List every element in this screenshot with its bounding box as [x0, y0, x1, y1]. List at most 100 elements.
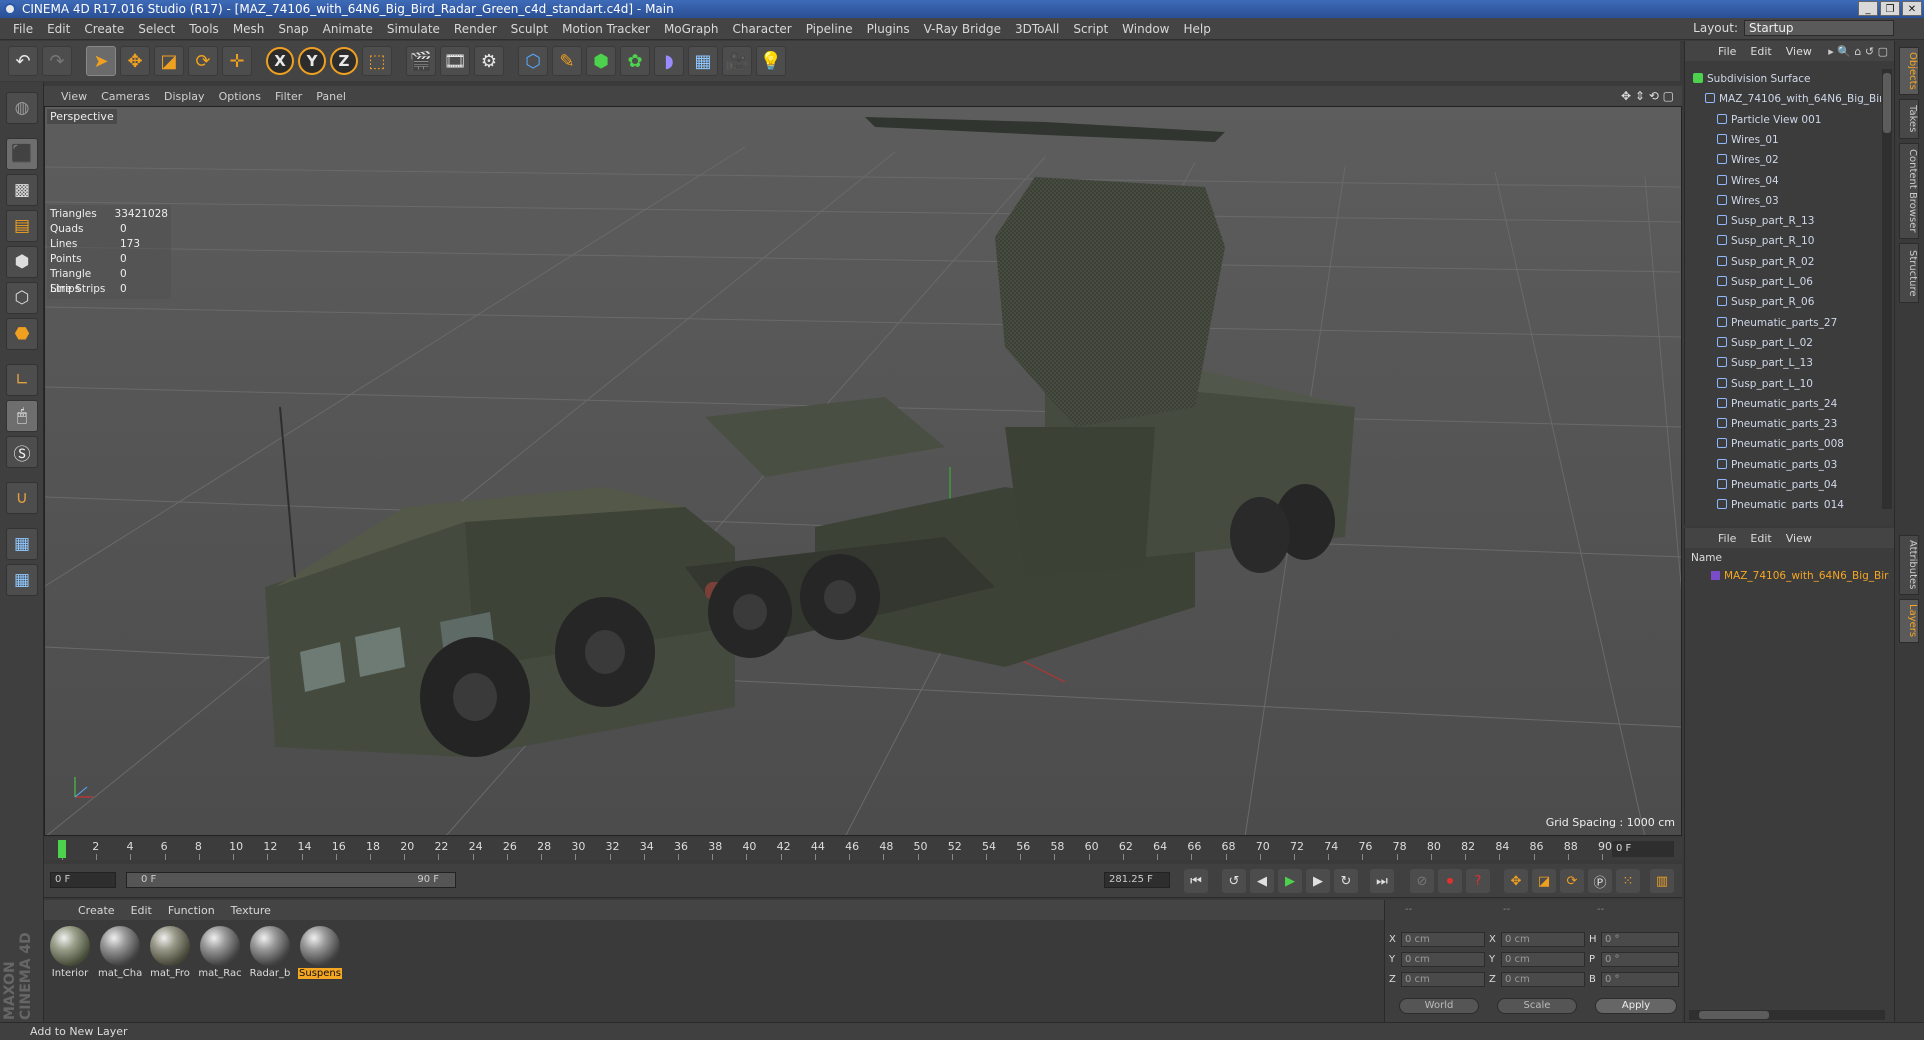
apply-button[interactable]: Apply [1595, 998, 1677, 1014]
layer-item[interactable]: MAZ_74106_with_64N6_Big_Bird_R [1691, 568, 1889, 584]
menu-pipeline[interactable]: Pipeline [799, 22, 860, 36]
position-z-field[interactable]: 0 cm [1401, 972, 1485, 987]
material-menu-texture[interactable]: Texture [223, 904, 279, 917]
rotation-h-field[interactable]: 0 ° [1601, 932, 1679, 947]
autokey-icon[interactable]: ⏺ [1438, 869, 1462, 893]
rotate-tool-icon[interactable]: ⟳ [188, 46, 218, 76]
viewport-menu-options[interactable]: Options [212, 90, 268, 103]
material-swatch[interactable]: Interior [48, 924, 92, 982]
menu-sculpt[interactable]: Sculpt [504, 22, 555, 36]
menu-animate[interactable]: Animate [316, 22, 380, 36]
tab-takes[interactable]: Takes [1899, 99, 1919, 139]
grid-icon[interactable]: ▦ [6, 564, 38, 596]
move-tool-icon[interactable]: ✥ [120, 46, 150, 76]
key-position-icon[interactable]: ✥ [1504, 869, 1528, 893]
menu-edit[interactable]: Edit [40, 22, 77, 36]
subdivision-icon[interactable]: ⬢ [586, 46, 616, 76]
key-scale-icon[interactable]: ◪ [1532, 869, 1556, 893]
scale-dropdown[interactable]: Scale [1497, 998, 1577, 1014]
object-row[interactable]: MAZ_74106_with_64N6_Big_Bird [1685, 89, 1881, 109]
object-row[interactable]: Pneumatic_parts_27 [1685, 313, 1881, 333]
object-row[interactable]: Susp_part_R_02 [1685, 252, 1881, 272]
go-to-start-icon[interactable]: ⏮ [1184, 869, 1208, 893]
object-row[interactable]: Pneumatic_parts_23 [1685, 414, 1881, 434]
material-menu-edit[interactable]: Edit [123, 904, 160, 917]
object-menu-file[interactable]: File [1711, 45, 1743, 58]
viewport-menu-panel[interactable]: Panel [309, 90, 353, 103]
material-swatch[interactable]: mat_Cha [98, 924, 142, 982]
play-icon[interactable]: ▶ [1278, 869, 1302, 893]
frame-range-slider[interactable]: 0 F 90 F [126, 872, 456, 888]
recent-tool-icon[interactable]: ✛ [222, 46, 252, 76]
size-x-field[interactable]: 0 cm [1501, 932, 1585, 947]
layer-menu-view[interactable]: View [1779, 532, 1819, 545]
prev-frame-icon[interactable]: ◀ [1250, 869, 1274, 893]
menu-render[interactable]: Render [447, 22, 504, 36]
axis-mode-icon[interactable]: ∟ [6, 364, 38, 396]
layout-select[interactable]: Startup [1744, 20, 1894, 36]
object-row[interactable]: Pneumatic_parts_03 [1685, 455, 1881, 475]
keyframe-selection-icon[interactable]: ? [1466, 869, 1490, 893]
rotation-p-field[interactable]: 0 ° [1601, 952, 1679, 967]
object-row[interactable]: Pneumatic_parts_24 [1685, 394, 1881, 414]
playhead[interactable] [58, 840, 66, 858]
render-settings-icon[interactable]: ⚙ [474, 46, 504, 76]
tab-structure[interactable]: Structure [1899, 243, 1919, 303]
tab-attributes[interactable]: Attributes [1899, 535, 1919, 595]
go-to-end-icon[interactable]: ⏭ [1370, 869, 1394, 893]
menu-window[interactable]: Window [1115, 22, 1176, 36]
model-mode-icon[interactable]: ⬛ [6, 138, 38, 170]
tab-content-browser[interactable]: Content Browser [1899, 143, 1919, 239]
menu-mesh[interactable]: Mesh [226, 22, 272, 36]
minimize-button[interactable]: _ [1858, 1, 1878, 16]
select-tool-icon[interactable]: ➤ [86, 46, 116, 76]
object-row[interactable]: Susp_part_L_06 [1685, 272, 1881, 292]
undo-icon[interactable]: ↶ [8, 46, 38, 76]
material-menu-function[interactable]: Function [160, 904, 223, 917]
tweak-mode-icon[interactable]: 🖱 [6, 400, 38, 432]
polygons-mode-icon[interactable]: ⬣ [6, 318, 38, 350]
menu-snap[interactable]: Snap [271, 22, 315, 36]
layer-menu-file[interactable]: File [1711, 532, 1743, 545]
viewport-menu-view[interactable]: View [54, 90, 94, 103]
menu-character[interactable]: Character [725, 22, 798, 36]
size-z-field[interactable]: 0 cm [1501, 972, 1585, 987]
menu-vray-bridge[interactable]: V-Ray Bridge [917, 22, 1008, 36]
menu-select[interactable]: Select [131, 22, 182, 36]
cube-primitive-icon[interactable]: ⬡ [518, 46, 548, 76]
menu-3dtoall[interactable]: 3DToAll [1008, 22, 1066, 36]
object-row[interactable]: Wires_02 [1685, 150, 1881, 170]
menu-plugins[interactable]: Plugins [860, 22, 917, 36]
spline-pen-icon[interactable]: ✎ [552, 46, 582, 76]
end-frame-field[interactable]: 281.25 F [1104, 872, 1170, 888]
object-subdivision-surface[interactable]: Subdivision Surface [1685, 69, 1881, 89]
tab-objects[interactable]: Objects [1899, 47, 1919, 95]
object-row[interactable]: Susp_part_R_10 [1685, 231, 1881, 251]
viewport-menu-filter[interactable]: Filter [268, 90, 309, 103]
object-row[interactable]: Wires_04 [1685, 171, 1881, 191]
viewport-menu-display[interactable]: Display [157, 90, 212, 103]
camera-icon[interactable]: 🎥 [722, 46, 752, 76]
magnet-icon[interactable]: ∪ [6, 482, 38, 514]
menu-script[interactable]: Script [1066, 22, 1115, 36]
viewport-menu-cameras[interactable]: Cameras [94, 90, 157, 103]
points-mode-icon[interactable]: ⬢ [6, 246, 38, 278]
key-rotation-icon[interactable]: ⟳ [1560, 869, 1584, 893]
x-axis-toggle[interactable]: X [266, 47, 294, 75]
size-y-field[interactable]: 0 cm [1501, 952, 1585, 967]
texture-mode-icon[interactable]: ▩ [6, 174, 38, 206]
object-row[interactable]: Pneumatic_parts_04 [1685, 475, 1881, 495]
object-row[interactable]: Susp_part_L_10 [1685, 374, 1881, 394]
z-axis-toggle[interactable]: Z [330, 47, 358, 75]
menu-simulate[interactable]: Simulate [380, 22, 447, 36]
material-swatch[interactable]: mat_Rac [198, 924, 242, 982]
material-menu-create[interactable]: Create [70, 904, 123, 917]
snap-icon[interactable]: Ⓢ [6, 436, 38, 468]
object-row[interactable]: Susp_part_L_13 [1685, 353, 1881, 373]
timeline-ticks[interactable]: 0246810121416182022242628303234363840424… [56, 838, 1616, 860]
menu-create[interactable]: Create [77, 22, 131, 36]
object-row[interactable]: Wires_03 [1685, 191, 1881, 211]
close-button[interactable]: ✕ [1902, 1, 1922, 16]
object-row[interactable]: Particle View 001 [1685, 110, 1881, 130]
menu-file[interactable]: File [6, 22, 40, 36]
